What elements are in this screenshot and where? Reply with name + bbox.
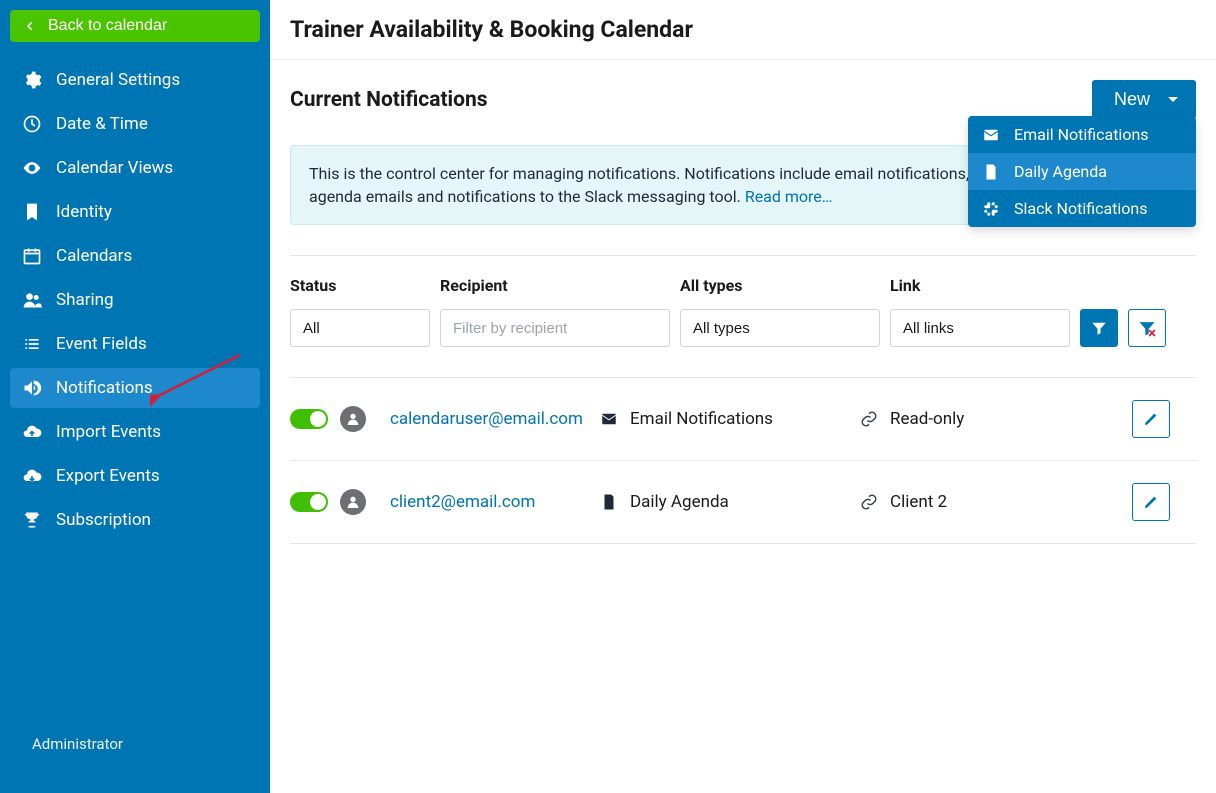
back-button-label: Back to calendar xyxy=(48,17,167,35)
sidebar-item-label: Calendar Views xyxy=(56,158,173,178)
avatar-icon xyxy=(340,406,366,432)
back-to-calendar-button[interactable]: Back to calendar xyxy=(10,10,260,42)
sidebar-item-export-events[interactable]: Export Events xyxy=(10,456,260,496)
status-toggle[interactable] xyxy=(290,409,328,429)
recipient-link[interactable]: client2@email.com xyxy=(390,492,535,512)
new-dropdown-menu: Email Notifications Daily Agenda Slack N… xyxy=(968,116,1196,227)
link-icon xyxy=(860,493,878,511)
notification-link-label: Read-only xyxy=(890,409,964,429)
trophy-icon xyxy=(22,510,42,530)
sidebar-footer-role: Administrator xyxy=(10,735,260,783)
sidebar-item-label: Sharing xyxy=(56,290,114,310)
notification-type: Email Notifications xyxy=(600,409,860,429)
gear-icon xyxy=(22,70,42,90)
sidebar-item-import-events[interactable]: Import Events xyxy=(10,412,260,452)
notification-type-label: Daily Agenda xyxy=(630,492,729,512)
notification-row: client2@email.com Daily Agenda Client 2 xyxy=(290,461,1196,544)
clear-filter-button[interactable] xyxy=(1128,309,1166,347)
menu-item-daily-agenda[interactable]: Daily Agenda xyxy=(968,153,1196,190)
bookmark-icon xyxy=(22,202,42,222)
sidebar-item-subscription[interactable]: Subscription xyxy=(10,500,260,540)
notification-type: Daily Agenda xyxy=(600,492,860,512)
eye-icon xyxy=(22,158,42,178)
slack-icon xyxy=(982,200,1000,218)
sidebar-item-label: Calendars xyxy=(56,246,132,266)
sidebar: Back to calendar General Settings Date &… xyxy=(0,0,270,793)
sidebar-item-sharing[interactable]: Sharing xyxy=(10,280,260,320)
page-title: Trainer Availability & Booking Calendar xyxy=(290,16,1216,43)
notification-link: Read-only xyxy=(860,409,1120,429)
document-icon xyxy=(982,163,1000,181)
filter-label-types: All types xyxy=(680,276,880,295)
sidebar-item-identity[interactable]: Identity xyxy=(10,192,260,232)
list-icon xyxy=(22,334,42,354)
apply-filter-button[interactable] xyxy=(1080,309,1118,347)
funnel-clear-icon xyxy=(1137,318,1157,338)
menu-item-email-notifications[interactable]: Email Notifications xyxy=(968,116,1196,153)
sidebar-item-label: Import Events xyxy=(56,422,161,442)
filter-label-recipient: Recipient xyxy=(440,276,670,295)
menu-item-label: Email Notifications xyxy=(1014,125,1149,144)
sidebar-item-calendar-views[interactable]: Calendar Views xyxy=(10,148,260,188)
sidebar-item-label: Subscription xyxy=(56,510,151,530)
link-select[interactable]: All links xyxy=(890,309,1070,347)
funnel-icon xyxy=(1090,319,1108,337)
notification-list: calendaruser@email.com Email Notificatio… xyxy=(290,377,1196,544)
sidebar-item-label: Export Events xyxy=(56,466,160,486)
pencil-icon xyxy=(1143,494,1159,510)
envelope-icon xyxy=(982,126,1000,144)
types-select[interactable]: All types xyxy=(680,309,880,347)
check-icon xyxy=(313,414,323,424)
sidebar-item-date-time[interactable]: Date & Time xyxy=(10,104,260,144)
sidebar-item-general-settings[interactable]: General Settings xyxy=(10,60,260,100)
divider xyxy=(290,255,1196,256)
sidebar-menu: General Settings Date & Time Calendar Vi… xyxy=(10,60,260,540)
filter-label-link: Link xyxy=(890,276,1070,295)
menu-item-label: Slack Notifications xyxy=(1014,199,1148,218)
notification-link: Client 2 xyxy=(860,492,1120,512)
edit-button[interactable] xyxy=(1132,483,1170,521)
recipient-filter-input[interactable] xyxy=(440,309,670,347)
edit-button[interactable] xyxy=(1132,400,1170,438)
sidebar-item-notifications[interactable]: Notifications xyxy=(10,368,260,408)
read-more-link[interactable]: Read more… xyxy=(745,187,833,206)
notification-link-label: Client 2 xyxy=(890,492,947,512)
chevron-left-icon xyxy=(24,20,36,32)
notification-row: calendaruser@email.com Email Notificatio… xyxy=(290,377,1196,461)
menu-item-slack-notifications[interactable]: Slack Notifications xyxy=(968,190,1196,227)
status-toggle[interactable] xyxy=(290,492,328,512)
menu-item-label: Daily Agenda xyxy=(1014,162,1107,181)
users-icon xyxy=(22,290,42,310)
download-icon xyxy=(22,466,42,486)
sidebar-item-event-fields[interactable]: Event Fields xyxy=(10,324,260,364)
page-header: Trainer Availability & Booking Calendar xyxy=(270,0,1216,60)
sidebar-item-calendars[interactable]: Calendars xyxy=(10,236,260,276)
section-title: Current Notifications xyxy=(290,88,488,112)
main-content: Trainer Availability & Booking Calendar … xyxy=(270,0,1216,793)
pencil-icon xyxy=(1143,411,1159,427)
caret-down-icon xyxy=(1168,97,1178,102)
sidebar-item-label: General Settings xyxy=(56,70,180,90)
speaker-icon xyxy=(22,378,42,398)
recipient-link[interactable]: calendaruser@email.com xyxy=(390,409,583,429)
new-button-label: New xyxy=(1114,89,1150,110)
sidebar-item-label: Identity xyxy=(56,202,112,222)
upload-icon xyxy=(22,422,42,442)
check-icon xyxy=(313,497,323,507)
new-button[interactable]: New xyxy=(1092,80,1196,119)
sidebar-item-label: Date & Time xyxy=(56,114,148,134)
filters-row: Status All Recipient All types All types xyxy=(290,276,1196,347)
calendar-icon xyxy=(22,246,42,266)
sidebar-item-label: Notifications xyxy=(56,378,153,398)
notification-type-label: Email Notifications xyxy=(630,409,773,429)
envelope-icon xyxy=(600,410,618,428)
clock-icon xyxy=(22,114,42,134)
document-icon xyxy=(600,493,618,511)
filter-label-status: Status xyxy=(290,276,430,295)
link-icon xyxy=(860,410,878,428)
status-select[interactable]: All xyxy=(290,309,430,347)
sidebar-item-label: Event Fields xyxy=(56,334,147,354)
avatar-icon xyxy=(340,489,366,515)
